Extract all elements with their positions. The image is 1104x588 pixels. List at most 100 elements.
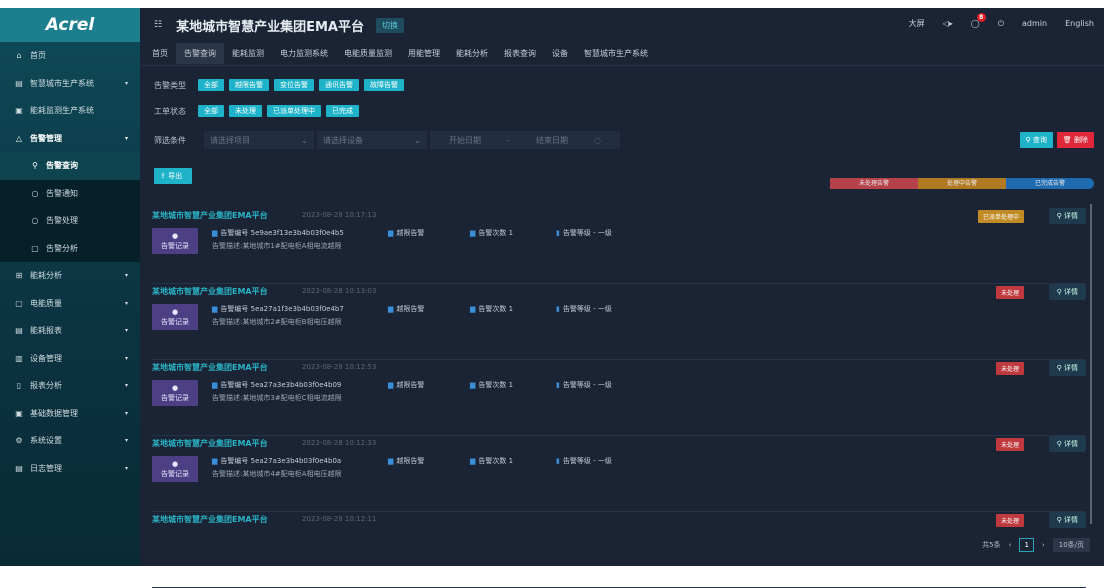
level-icon: ▮ — [556, 229, 560, 237]
filter-tag[interactable]: 已派单处理中 — [267, 105, 321, 117]
device-select[interactable]: 请选择设备 ⌄ — [317, 131, 427, 149]
filter-tag[interactable]: 未处理 — [229, 105, 262, 117]
tab[interactable]: 设备 — [544, 43, 576, 64]
page-size-select[interactable]: 10条/页 — [1052, 538, 1090, 552]
sidebar-item-label: 能耗监测生产系统 — [30, 106, 94, 116]
sidebar-item[interactable]: ▯ 报表分析 ▾ — [0, 372, 140, 400]
id-icon: ▆ — [212, 381, 218, 389]
status-filter: 工单状态 全部 未处理 已派单处理中 已完成 — [140, 98, 1104, 124]
tab[interactable]: 电能质量监测 — [336, 43, 400, 64]
count-icon: ▆ — [470, 457, 476, 465]
alarm-description: 告警描述:某地城市3#配电柜C相电流越限 — [212, 394, 342, 402]
filter-tag[interactable]: 通讯告警 — [319, 79, 359, 91]
tab[interactable]: 用能管理 — [400, 43, 448, 64]
alarm-level: ▮ 告警等级 - 一级 — [556, 457, 612, 465]
alarm-code: ▆ 告警编号 5ea27a3e3b4b03f0e4b0a — [212, 457, 342, 465]
tab[interactable]: 能耗监测 — [224, 43, 272, 64]
card-time: 2023-08-28 10:12:11 — [302, 515, 377, 523]
sidebar-item[interactable]: ▣ 基础数据管理 ▾ — [0, 400, 140, 428]
count-icon: ▆ — [470, 305, 476, 313]
tab[interactable]: 告警查询 — [176, 43, 224, 64]
detail-button[interactable]: ⚲ 详情 — [1048, 284, 1086, 300]
chevron-icon: ▾ — [124, 134, 128, 142]
tab[interactable]: 报表查询 — [496, 43, 544, 64]
chevron-icon: ▾ — [124, 437, 128, 445]
detail-button[interactable]: ⚲ 详情 — [1048, 512, 1086, 528]
detail-button[interactable]: ⚲ 详情 — [1048, 208, 1086, 224]
tab[interactable]: 电力监测系统 — [272, 43, 336, 64]
menu-icon: ▣ — [15, 408, 23, 418]
alarm-description: 告警描述:某地城市1#配电柜A相电流越限 — [212, 242, 342, 250]
filter-tag[interactable]: 故障告警 — [364, 79, 404, 91]
page-title: 某地城市智慧产业集团EMA平台 — [176, 19, 364, 35]
status-badge: 未处理 — [995, 362, 1024, 375]
card-title[interactable]: 某地城市智慧产业集团EMA平台 — [152, 210, 268, 221]
sidebar-item[interactable]: ⚲ 告警查询 — [0, 152, 140, 180]
menu-icon: ▯ — [16, 381, 22, 391]
sidebar-item-label: 能耗报表 — [30, 326, 62, 336]
sidebar-item[interactable]: △ 告警管理 ▾ — [0, 125, 140, 153]
switch-button[interactable]: 切换 — [375, 17, 404, 33]
filter-tag[interactable]: 越限告警 — [229, 79, 269, 91]
power-icon[interactable]: ⏻ — [998, 19, 1004, 29]
menu-toggle-icon[interactable]: ☷ — [154, 20, 162, 30]
sidebar-item[interactable]: ▢ 电能质量 ▾ — [0, 290, 140, 318]
type-icon: ▆ — [388, 229, 394, 237]
sidebar-item[interactable]: ▤ 日志管理 ▾ — [0, 455, 140, 483]
alarm-count: ▆ 告警次数 1 — [470, 229, 514, 237]
sidebar-item[interactable]: ○ 告警处理 — [0, 207, 140, 235]
chevron-icon: ▾ — [124, 327, 128, 335]
alarm-type: ▆ 越限告警 — [388, 457, 425, 465]
query-button[interactable]: ⚲ 查询 — [1019, 132, 1053, 148]
status-badge: 未处理 — [995, 438, 1024, 451]
sidebar-item[interactable]: ⌂ 首页 — [0, 42, 140, 70]
message-button[interactable]: ◁▸ — [943, 19, 953, 28]
user-name[interactable]: admin — [1022, 19, 1047, 28]
sidebar-item[interactable]: ▤ 能耗报表 ▾ — [0, 317, 140, 345]
filter-tag[interactable]: 变位告警 — [274, 79, 314, 91]
filter-tag[interactable]: 已完成 — [326, 105, 359, 117]
prev-page[interactable]: ‹ — [1009, 541, 1012, 549]
project-select[interactable]: 请选择项目 ⌄ — [204, 131, 314, 149]
date-range[interactable]: 开始日期 - 结束日期 ◌ — [430, 131, 620, 149]
tab[interactable]: 首页 — [144, 43, 176, 64]
sidebar-item[interactable]: ▥ 设备管理 ▾ — [0, 345, 140, 373]
sidebar: Acrel ⌂ 首页 ▤ 智慧城市生产系统 ▾ ▣ 能耗监测生产系统 △ 告警管理 ▾ ⚲ 告警查询 ○… — [0, 8, 140, 566]
sidebar-item[interactable]: ▤ 智慧城市生产系统 ▾ — [0, 70, 140, 98]
chevron-icon: ▾ — [124, 79, 128, 87]
tab[interactable]: 能耗分析 — [448, 43, 496, 64]
alarm-count: ▆ 告警次数 1 — [470, 305, 514, 313]
filter-tag[interactable]: 全部 — [198, 105, 224, 117]
page-number[interactable]: 1 — [1019, 538, 1034, 552]
fullscreen-button[interactable]: 大屏 — [909, 18, 925, 29]
count-icon: ▆ — [470, 229, 476, 237]
sidebar-item[interactable]: ▣ 能耗监测生产系统 — [0, 97, 140, 125]
sidebar-item[interactable]: ⊞ 能耗分析 ▾ — [0, 262, 140, 290]
export-button[interactable]: ⇪ 导出 — [154, 168, 192, 184]
sidebar-item[interactable]: ⚙ 系统设置 ▾ — [0, 427, 140, 455]
detail-button[interactable]: ⚲ 详情 — [1048, 360, 1086, 376]
delete-button[interactable]: 🗑 删除 — [1056, 132, 1094, 148]
card-title[interactable]: 某地城市智慧产业集团EMA平台 — [152, 286, 268, 297]
card-title[interactable]: 某地城市智慧产业集团EMA平台 — [152, 438, 268, 449]
filter-tag[interactable]: 全部 — [198, 79, 224, 91]
sidebar-item[interactable]: ▢ 告警分析 — [0, 234, 140, 262]
chevron-icon: ▾ — [124, 464, 128, 472]
card-title[interactable]: 某地城市智慧产业集团EMA平台 — [152, 362, 268, 373]
alarm-bell-icon[interactable]: ◯ 8 — [971, 13, 986, 28]
sidebar-item-label: 首页 — [30, 51, 46, 61]
tab[interactable]: 智慧城市生产系统 — [576, 43, 656, 64]
detail-button[interactable]: ⚲ 详情 — [1048, 436, 1086, 452]
sidebar-item-label: 设备管理 — [30, 353, 62, 363]
menu-icon: ⚙ — [15, 436, 23, 446]
type-filter: 告警类型 全部 越限告警 变位告警 通讯告警 故障告警 — [140, 72, 1104, 98]
scrollbar[interactable] — [1090, 204, 1092, 524]
logo: Acrel — [0, 8, 140, 42]
sidebar-item[interactable]: ○ 告警通知 — [0, 179, 140, 207]
language-switch[interactable]: English — [1065, 19, 1094, 28]
alarm-count: ▆ 告警次数 1 — [470, 457, 514, 465]
card-title[interactable]: 某地城市智慧产业集团EMA平台 — [152, 514, 268, 525]
next-page[interactable]: › — [1042, 541, 1045, 549]
menu-icon: ⌂ — [16, 51, 22, 61]
card-time: 2023-08-28 10:17:13 — [302, 211, 377, 219]
